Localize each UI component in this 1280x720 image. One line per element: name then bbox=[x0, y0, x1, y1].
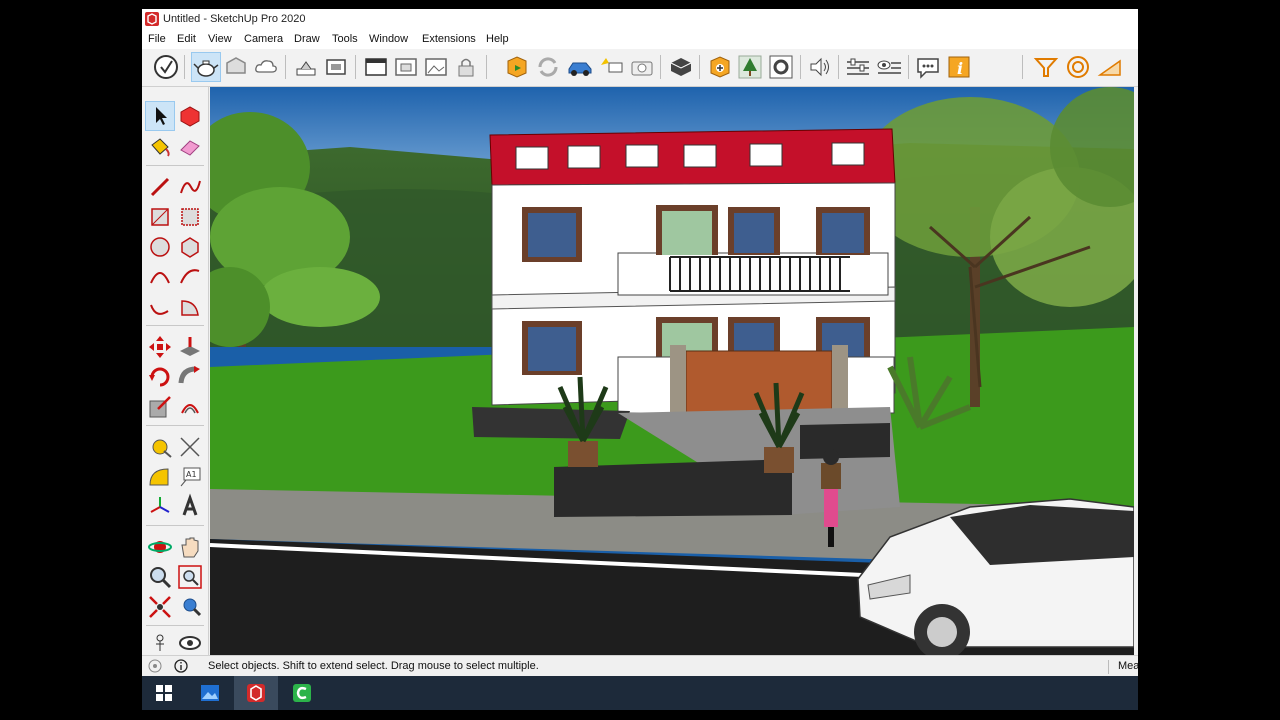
3d-text-icon[interactable] bbox=[176, 493, 204, 521]
circle-icon[interactable] bbox=[1064, 53, 1092, 81]
paint-bucket-icon[interactable] bbox=[146, 133, 174, 161]
geo-location-icon[interactable] bbox=[503, 53, 531, 81]
3d-warehouse-icon[interactable] bbox=[706, 53, 734, 81]
move-icon[interactable] bbox=[146, 333, 174, 361]
zoom-window-icon[interactable] bbox=[176, 563, 204, 591]
tape-measure-icon[interactable] bbox=[146, 433, 174, 461]
menu-camera[interactable]: Camera bbox=[244, 33, 283, 45]
follow-me-icon[interactable] bbox=[176, 363, 204, 391]
chat-icon[interactable] bbox=[914, 53, 942, 81]
rotated-rectangle-icon[interactable] bbox=[176, 203, 204, 231]
info-status-icon[interactable] bbox=[174, 659, 188, 673]
orbit-icon[interactable] bbox=[146, 533, 174, 561]
rectangle-icon[interactable] bbox=[146, 203, 174, 231]
left-toolbar: A1 bbox=[142, 87, 209, 655]
eraser-icon[interactable] bbox=[176, 133, 204, 161]
line-icon[interactable] bbox=[146, 173, 174, 201]
polygon-icon[interactable] bbox=[176, 233, 204, 261]
rotate-icon[interactable] bbox=[146, 363, 174, 391]
circle-tool-icon[interactable] bbox=[146, 233, 174, 261]
refresh-icon[interactable] bbox=[534, 53, 562, 81]
sketchup-app-icon[interactable] bbox=[234, 676, 278, 710]
status-bar: Select objects. Shift to extend select. … bbox=[142, 655, 1138, 678]
teapot-icon[interactable] bbox=[191, 52, 221, 82]
sketchup-window: Untitled - SketchUp Pro 2020 File Edit V… bbox=[142, 9, 1138, 710]
photos-icon[interactable] bbox=[188, 676, 232, 710]
settings-icon[interactable] bbox=[767, 53, 795, 81]
pie-icon[interactable] bbox=[176, 293, 204, 321]
push-pull-icon[interactable] bbox=[176, 333, 204, 361]
scenes-icon[interactable] bbox=[422, 53, 450, 81]
sliders-icon[interactable] bbox=[844, 53, 872, 81]
camtasia-icon[interactable] bbox=[280, 676, 324, 710]
text-icon[interactable]: A1 bbox=[176, 463, 204, 491]
cloud-icon[interactable] bbox=[252, 53, 280, 81]
pack-icon[interactable] bbox=[667, 53, 695, 81]
three-point-arc-icon[interactable] bbox=[146, 293, 174, 321]
svg-text:A1: A1 bbox=[186, 470, 197, 479]
menu-draw[interactable]: Draw bbox=[294, 33, 320, 45]
top-toolbar: i bbox=[142, 49, 1138, 87]
sound-icon[interactable] bbox=[806, 53, 834, 81]
look-around-icon[interactable] bbox=[176, 629, 204, 657]
protractor-tool-icon[interactable] bbox=[146, 463, 174, 491]
sketchup-logo-icon bbox=[145, 12, 159, 26]
select-icon[interactable] bbox=[145, 101, 175, 131]
axes-icon[interactable] bbox=[146, 493, 174, 521]
lock-icon[interactable] bbox=[452, 53, 480, 81]
menu-window[interactable]: Window bbox=[369, 33, 408, 45]
photo-match-icon[interactable] bbox=[597, 53, 625, 81]
protractor-icon[interactable] bbox=[1096, 53, 1124, 81]
getting-started-icon[interactable] bbox=[152, 53, 180, 81]
dimension-icon[interactable] bbox=[176, 433, 204, 461]
camera-icon[interactable] bbox=[628, 53, 656, 81]
balcony bbox=[617, 252, 889, 296]
car-icon[interactable] bbox=[566, 53, 594, 81]
menu-file[interactable]: File bbox=[148, 33, 166, 45]
menu-edit[interactable]: Edit bbox=[177, 33, 196, 45]
window-2-icon[interactable] bbox=[392, 53, 420, 81]
position-camera-icon[interactable] bbox=[146, 629, 174, 657]
zoom-extents-icon[interactable] bbox=[146, 593, 174, 621]
previous-view-icon[interactable] bbox=[176, 593, 204, 621]
menu-help[interactable]: Help bbox=[486, 33, 509, 45]
windows-taskbar bbox=[142, 676, 1138, 710]
info-icon[interactable]: i bbox=[945, 53, 973, 81]
menu-extensions[interactable]: Extensions bbox=[422, 33, 476, 45]
offset-icon[interactable] bbox=[176, 393, 204, 421]
windows-start-icon[interactable] bbox=[142, 676, 186, 710]
arc-icon[interactable] bbox=[146, 263, 174, 291]
warehouse-icon[interactable] bbox=[222, 53, 250, 81]
front-stairs bbox=[472, 407, 630, 439]
model-scene bbox=[210, 87, 1134, 655]
upper-windows bbox=[522, 205, 870, 262]
3d-viewport[interactable] bbox=[210, 87, 1134, 655]
status-divider bbox=[1108, 660, 1109, 674]
scale-icon[interactable] bbox=[146, 393, 174, 421]
status-text: Select objects. Shift to extend select. … bbox=[208, 660, 539, 672]
zoom-icon[interactable] bbox=[146, 563, 174, 591]
tree-icon[interactable] bbox=[736, 53, 764, 81]
menu-bar: File Edit View Camera Draw Tools Window … bbox=[142, 30, 1138, 49]
window-icon[interactable] bbox=[362, 53, 390, 81]
pan-icon[interactable] bbox=[176, 533, 204, 561]
eye-sliders-icon[interactable] bbox=[875, 53, 903, 81]
geo-status-icon[interactable] bbox=[148, 659, 162, 673]
extension-icon[interactable] bbox=[292, 53, 320, 81]
lower-stairs bbox=[554, 459, 792, 517]
funnel-icon[interactable] bbox=[1032, 53, 1060, 81]
make-component-icon[interactable] bbox=[176, 102, 204, 130]
window-title: Untitled - SketchUp Pro 2020 bbox=[163, 13, 306, 25]
layout-icon[interactable] bbox=[322, 53, 350, 81]
measurements-label: Mea bbox=[1118, 660, 1138, 672]
two-point-arc-icon[interactable] bbox=[176, 263, 204, 291]
title-bar: Untitled - SketchUp Pro 2020 bbox=[142, 9, 1138, 30]
menu-tools[interactable]: Tools bbox=[332, 33, 358, 45]
menu-view[interactable]: View bbox=[208, 33, 232, 45]
freehand-icon[interactable] bbox=[176, 173, 204, 201]
svg-text:i: i bbox=[957, 59, 963, 78]
